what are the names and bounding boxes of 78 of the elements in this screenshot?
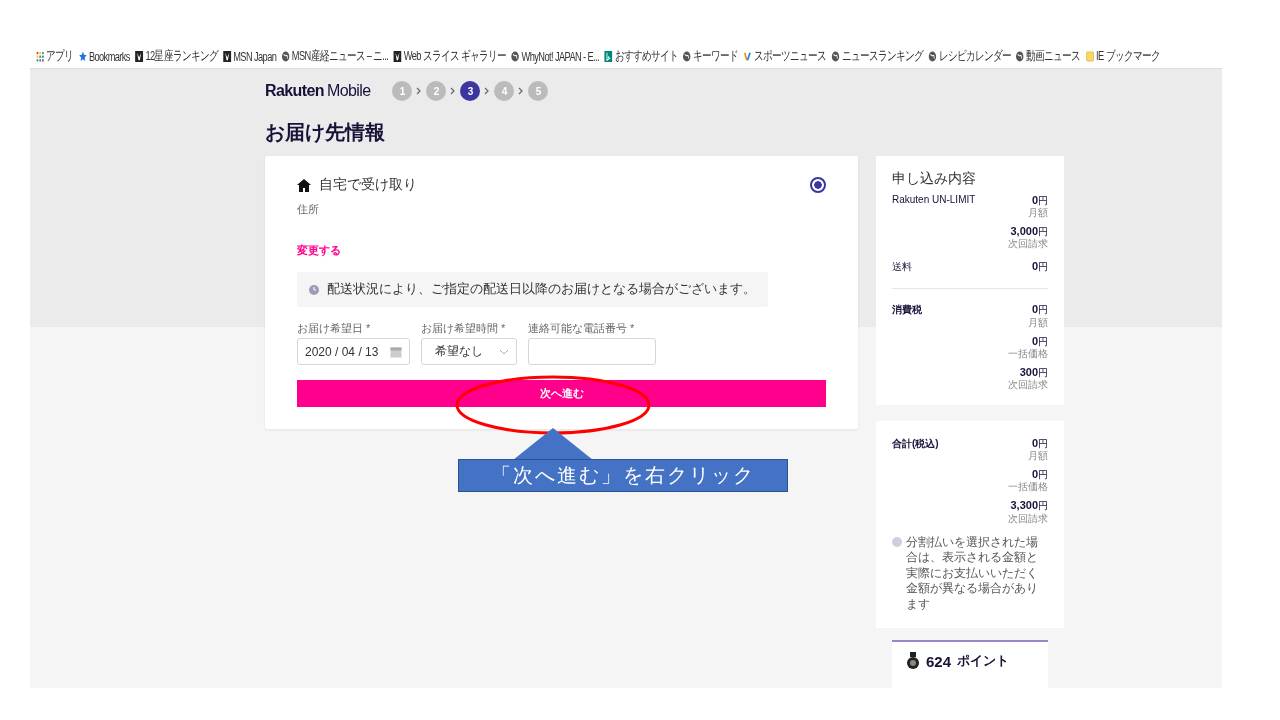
logo: Rakuten Mobile: [265, 82, 371, 100]
item-label: 送料: [892, 260, 912, 275]
change-link[interactable]: 変更する: [297, 243, 826, 258]
price-note: 月額: [1028, 316, 1048, 329]
price-note: 次回請求: [1008, 512, 1048, 525]
chevron-icon: [416, 87, 423, 95]
summary-title: 申し込み内容: [892, 170, 977, 188]
globe-icon: [682, 51, 692, 62]
item-label: Rakuten UN-LIMIT: [892, 194, 976, 207]
chevron-icon: [450, 87, 457, 95]
next-button[interactable]: 次へ進む: [297, 380, 826, 407]
globe-icon: [511, 51, 520, 62]
globe-icon: [831, 51, 840, 62]
step-indicator: 1: [392, 81, 413, 101]
globe-icon: [1015, 51, 1025, 62]
bookmark-link[interactable]: ニュースランキング: [841, 48, 923, 65]
price: 3,300円: [1009, 499, 1048, 513]
price-note: 一括価格: [1008, 347, 1048, 360]
note-text: 分割払いを選択された場合は、表示される金額と実際にお支払いいただく金額が異なる場合があります: [906, 534, 1039, 613]
clock-icon: [309, 284, 319, 295]
bookmark-link[interactable]: 動画ニュース: [1026, 48, 1081, 65]
chevron-icon: [484, 87, 491, 95]
input-field[interactable]: [528, 338, 656, 365]
option-label: 自宅で受け取り: [319, 176, 418, 194]
field-label: 連絡可能な電話番号 *: [528, 321, 636, 336]
points-unit: ポイント: [957, 652, 1010, 670]
radio-button[interactable]: [810, 177, 826, 193]
price: 0円: [1031, 260, 1048, 274]
bookmark-link[interactable]: Bookmarks: [88, 49, 130, 64]
price: 0円: [1030, 303, 1048, 317]
price-note: 月額: [1028, 450, 1048, 463]
star-icon: [78, 51, 87, 62]
field-label: 住所: [297, 202, 320, 217]
bookmark-link[interactable]: MSN産経ニュース – ニ...: [291, 48, 389, 65]
step-indicator: 2: [426, 81, 447, 101]
chevron-down-icon: [499, 348, 509, 355]
calendar-icon: [390, 345, 402, 358]
price-note: 次回請求: [1008, 238, 1048, 251]
medal-icon: [906, 652, 920, 671]
dropdown[interactable]: 希望なし: [421, 338, 517, 365]
bookmark-link[interactable]: IE ブックマーク: [1096, 48, 1160, 65]
price: 0円: [1030, 468, 1048, 482]
points-value: 624: [926, 652, 952, 670]
step-indicator: 4: [494, 81, 515, 101]
bookmark-link[interactable]: おすすめサイト: [614, 48, 678, 65]
bookmark-link[interactable]: スポーツニュース: [753, 48, 827, 65]
price: 0円: [1030, 194, 1048, 208]
folder-icon: [1085, 51, 1094, 62]
field-label: お届け希望時間 *: [421, 321, 507, 336]
chevron-icon: [518, 87, 525, 95]
price-note: 次回請求: [1008, 378, 1048, 391]
bookmark-link[interactable]: レシピカレンダー: [938, 48, 1011, 65]
bookmark-link[interactable]: WhyNot! JAPAN - E...: [521, 49, 599, 64]
price-note: 月額: [1028, 207, 1048, 220]
input-field[interactable]: 2020 / 04 / 13: [297, 338, 410, 365]
bookmark-link[interactable]: MSN Japan: [233, 49, 277, 64]
price: 300円: [1018, 365, 1048, 379]
notice-text: 配送状況により、ご指定の配送日以降のお届けとなる場合がございます。: [327, 281, 756, 298]
bookmark-link[interactable]: アプリ: [46, 48, 74, 65]
bookmark-link[interactable]: Web スライス ギャラリー: [403, 48, 507, 65]
price: 0円: [1030, 436, 1048, 451]
item-label: 消費税: [892, 303, 922, 318]
step-indicator: 5: [528, 81, 549, 101]
apps-icon: [35, 51, 45, 62]
page-title: お届け先情報: [265, 120, 386, 145]
item-label: 合計(税込): [892, 436, 939, 451]
step-indicator: 3: [460, 81, 481, 101]
home-icon: [297, 178, 311, 192]
price-note: 一括価格: [1008, 481, 1048, 494]
bookmark-link[interactable]: キーワード: [693, 48, 739, 65]
info-icon: [892, 536, 902, 547]
price: 3,000円: [1009, 225, 1048, 238]
bookmark-link[interactable]: 12星座ランキング: [145, 48, 218, 65]
globe-icon: [281, 51, 290, 62]
pointer-arrow-icon: [513, 428, 593, 460]
price: 0円: [1030, 334, 1048, 348]
field-label: お届け希望日 *: [297, 321, 372, 336]
globe-icon: [928, 51, 937, 62]
